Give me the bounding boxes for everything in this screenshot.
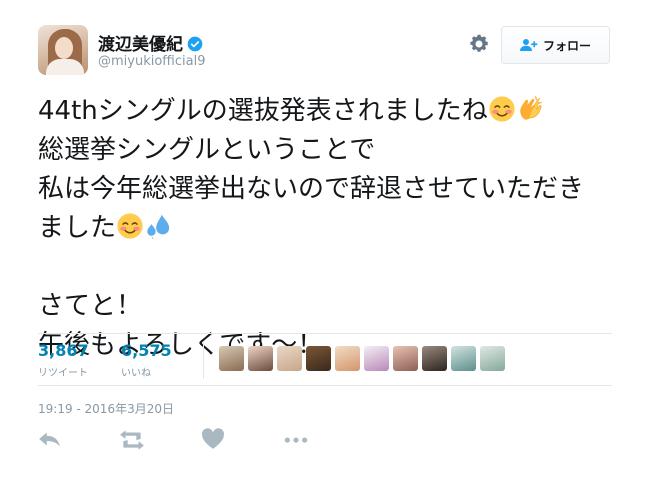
clapping-hands-emoji <box>520 96 542 120</box>
liker-avatar[interactable] <box>219 346 244 371</box>
divider <box>38 333 612 334</box>
sweat-droplets-emoji <box>147 214 170 240</box>
tweet-line: 44thシングルの選抜発表されましたね <box>38 92 628 131</box>
divider <box>203 341 204 379</box>
smiling-face-emoji <box>117 213 143 239</box>
gear-icon[interactable] <box>468 33 490 55</box>
liker-avatar[interactable] <box>335 346 360 371</box>
tweet-line: さてと！ <box>38 291 143 321</box>
like-count-label: いいね <box>121 368 151 379</box>
verified-badge-icon <box>187 36 203 52</box>
like-count-value: 6,575 <box>121 341 172 360</box>
liker-avatar[interactable] <box>364 346 389 371</box>
follow-button-label: フォロー <box>542 38 591 53</box>
reply-icon[interactable] <box>37 428 63 450</box>
liker-avatar[interactable] <box>306 346 331 371</box>
tweet-line-blank <box>38 248 628 287</box>
more-icon[interactable] <box>283 428 309 450</box>
liker-avatar[interactable] <box>248 346 273 371</box>
liker-avatars <box>219 346 505 371</box>
liker-avatar[interactable] <box>393 346 418 371</box>
like-count[interactable]: 6,575 いいね <box>121 341 172 379</box>
tweet-line: ました <box>38 209 628 248</box>
retweet-count-value: 3,867 <box>38 341 89 360</box>
retweet-icon[interactable] <box>119 428 145 450</box>
follow-button[interactable]: フォロー <box>501 26 610 64</box>
like-icon[interactable] <box>200 428 226 450</box>
display-name[interactable]: 渡辺美優紀 <box>98 30 203 55</box>
display-name-text: 渡辺美優紀 <box>98 35 183 55</box>
smiling-face-emoji <box>489 96 515 122</box>
retweet-count-label: リツイート <box>38 368 88 379</box>
add-user-icon <box>519 39 538 51</box>
tweet-timestamp[interactable]: 19:19 - 2016年3月20日 <box>38 400 174 417</box>
liker-avatar[interactable] <box>277 346 302 371</box>
retweet-count[interactable]: 3,867 リツイート <box>38 341 89 379</box>
liker-avatar[interactable] <box>451 346 476 371</box>
tweet-line: 私は今年総選挙出ないので辞退させていただき <box>38 174 585 204</box>
screen-name[interactable]: @miyukiofficial9 <box>98 54 205 69</box>
tweet-line: 総選挙シングルということで <box>38 135 376 165</box>
tweet-text: 44thシングルの選抜発表されましたね 総選挙シングルということで 私は今年総選… <box>38 92 628 365</box>
user-avatar[interactable] <box>38 25 88 75</box>
divider <box>38 385 612 386</box>
liker-avatar[interactable] <box>422 346 447 371</box>
liker-avatar[interactable] <box>480 346 505 371</box>
